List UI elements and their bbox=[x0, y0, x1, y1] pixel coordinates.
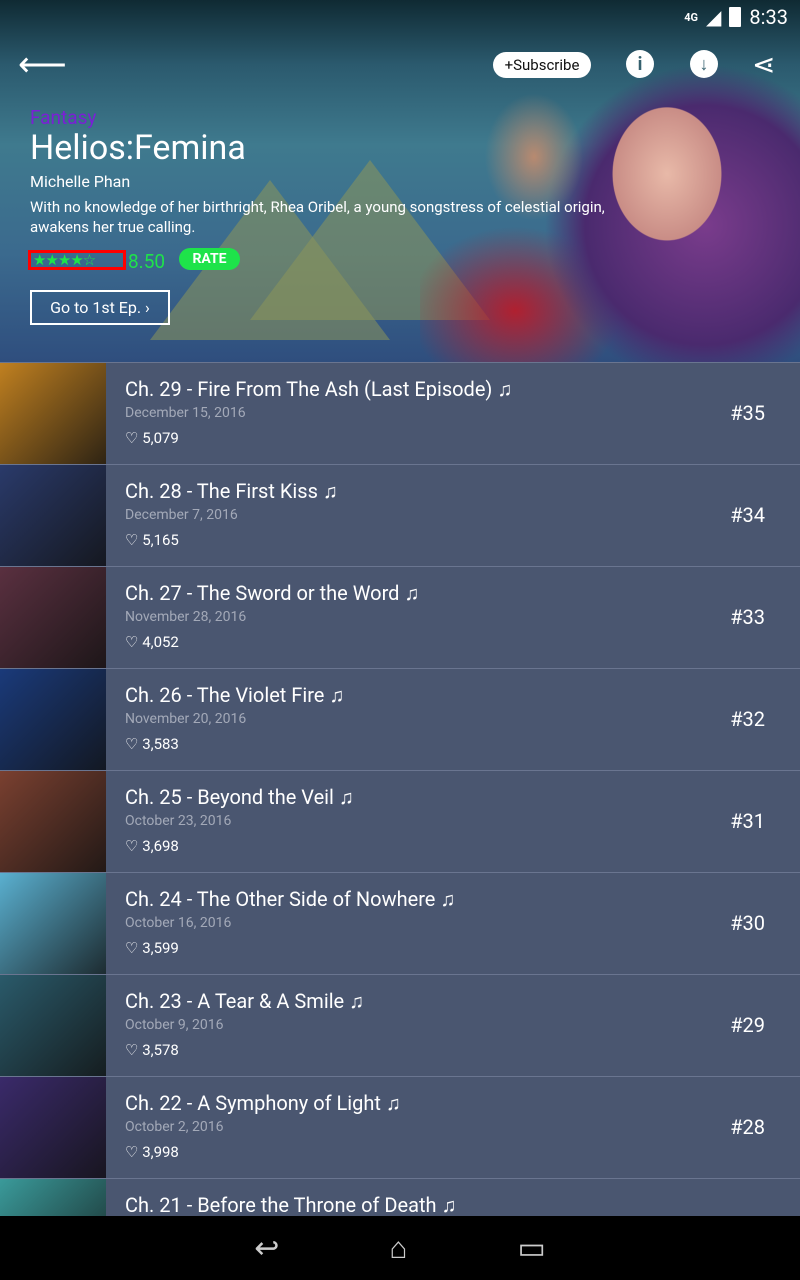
back-arrow-icon[interactable]: ⟵ bbox=[18, 48, 67, 82]
likes-count: 4,052 bbox=[142, 633, 179, 651]
episode-row[interactable]: Ch. 23 - A Tear & A Smile ♫ October 9, 2… bbox=[0, 974, 800, 1076]
episode-date: December 7, 2016 bbox=[125, 507, 238, 523]
heart-icon: ♡ bbox=[125, 837, 139, 855]
recents-nav-icon[interactable]: ▭ bbox=[517, 1231, 545, 1266]
first-episode-button[interactable]: Go to 1st Ep. › bbox=[30, 290, 170, 325]
episode-date: November 20, 2016 bbox=[125, 711, 247, 727]
episode-thumbnail bbox=[0, 1179, 106, 1216]
episode-date: December 15, 2016 bbox=[125, 405, 246, 421]
episode-date: November 28, 2016 bbox=[125, 609, 247, 625]
episode-thumbnail bbox=[0, 975, 106, 1076]
heart-icon: ♡ bbox=[125, 1041, 139, 1059]
episode-number: #33 bbox=[730, 605, 765, 629]
likes-count: 5,165 bbox=[142, 531, 179, 549]
series-title: Helios:Femina bbox=[30, 128, 246, 168]
episode-list[interactable]: Ch. 29 - Fire From The Ash (Last Episode… bbox=[0, 362, 800, 1216]
network-label: 4G bbox=[684, 10, 699, 24]
episode-number: #29 bbox=[730, 1013, 765, 1037]
heart-icon: ♡ bbox=[125, 633, 139, 651]
episode-row[interactable]: Ch. 28 - The First Kiss ♫ December 7, 20… bbox=[0, 464, 800, 566]
episode-title: Ch. 22 - A Symphony of Light ♫ bbox=[125, 1091, 401, 1115]
hero-art bbox=[420, 20, 800, 362]
episode-title: Ch. 26 - The Violet Fire ♫ bbox=[125, 683, 345, 707]
episode-likes: ♡ 3,583 bbox=[125, 735, 800, 753]
episode-thumbnail bbox=[0, 363, 106, 464]
episode-thumbnail bbox=[0, 1077, 106, 1178]
episode-row[interactable]: Ch. 24 - The Other Side of Nowhere ♫ Oct… bbox=[0, 872, 800, 974]
episode-number: #32 bbox=[730, 707, 765, 731]
episode-likes: ♡ 3,578 bbox=[125, 1041, 800, 1059]
series-hero: 4G ◢ 8:33 ⟵ +Subscribe i ↓ ⋖ Fantasy Hel… bbox=[0, 0, 800, 362]
heart-icon: ♡ bbox=[125, 939, 139, 957]
likes-count: 3,583 bbox=[142, 735, 179, 753]
episode-thumbnail bbox=[0, 873, 106, 974]
episode-title: Ch. 24 - The Other Side of Nowhere ♫ bbox=[125, 887, 456, 911]
series-description: With no knowledge of her birthright, Rhe… bbox=[30, 198, 605, 236]
episode-row[interactable]: Ch. 25 - Beyond the Veil ♫ October 23, 2… bbox=[0, 770, 800, 872]
rating-stars: ★★★★☆ bbox=[28, 250, 126, 270]
episode-number: #35 bbox=[730, 401, 765, 425]
likes-count: 3,998 bbox=[142, 1143, 179, 1161]
episode-title: Ch. 25 - Beyond the Veil ♫ bbox=[125, 785, 354, 809]
subscribe-button[interactable]: +Subscribe bbox=[493, 52, 591, 78]
heart-icon: ♡ bbox=[125, 531, 139, 549]
episode-number: #28 bbox=[730, 1115, 765, 1139]
episode-thumbnail bbox=[0, 771, 106, 872]
episode-thumbnail bbox=[0, 465, 106, 566]
episode-row[interactable]: Ch. 26 - The Violet Fire ♫ November 20, … bbox=[0, 668, 800, 770]
episode-number: #31 bbox=[730, 809, 765, 833]
likes-count: 3,599 bbox=[142, 939, 179, 957]
back-nav-icon[interactable]: ↩ bbox=[254, 1231, 279, 1266]
likes-count: 3,578 bbox=[142, 1041, 179, 1059]
heart-icon: ♡ bbox=[125, 1143, 139, 1161]
home-nav-icon[interactable]: ⌂ bbox=[389, 1231, 407, 1266]
episode-date: October 16, 2016 bbox=[125, 915, 232, 931]
info-icon[interactable]: i bbox=[626, 50, 654, 78]
episode-likes: ♡ 3,599 bbox=[125, 939, 800, 957]
episode-date: October 9, 2016 bbox=[125, 1017, 224, 1033]
download-icon[interactable]: ↓ bbox=[690, 50, 718, 78]
share-icon[interactable]: ⋖ bbox=[752, 48, 775, 81]
signal-icon: ◢ bbox=[706, 5, 722, 29]
status-bar: 4G ◢ 8:33 bbox=[0, 0, 800, 34]
episode-row[interactable]: Ch. 22 - A Symphony of Light ♫ October 2… bbox=[0, 1076, 800, 1178]
clock: 8:33 bbox=[749, 5, 788, 29]
episode-date: October 23, 2016 bbox=[125, 813, 232, 829]
episode-likes: ♡ 4,052 bbox=[125, 633, 800, 651]
episode-date: October 2, 2016 bbox=[125, 1119, 224, 1135]
likes-count: 3,698 bbox=[142, 837, 179, 855]
author-name: Michelle Phan bbox=[30, 172, 131, 191]
heart-icon: ♡ bbox=[125, 429, 139, 447]
episode-title: Ch. 28 - The First Kiss ♫ bbox=[125, 479, 338, 503]
episode-number: #30 bbox=[730, 911, 765, 935]
episode-row[interactable]: Ch. 21 - Before the Throne of Death ♫ bbox=[0, 1178, 800, 1216]
episode-title: Ch. 29 - Fire From The Ash (Last Episode… bbox=[125, 377, 513, 401]
episode-title: Ch. 27 - The Sword or the Word ♫ bbox=[125, 581, 420, 605]
episode-thumbnail bbox=[0, 669, 106, 770]
episode-title: Ch. 21 - Before the Throne of Death ♫ bbox=[125, 1193, 457, 1216]
episode-row[interactable]: Ch. 29 - Fire From The Ash (Last Episode… bbox=[0, 362, 800, 464]
episode-likes: ♡ 5,165 bbox=[125, 531, 800, 549]
rate-button[interactable]: RATE bbox=[179, 248, 240, 270]
episode-likes: ♡ 3,698 bbox=[125, 837, 800, 855]
episode-row[interactable]: Ch. 27 - The Sword or the Word ♫ Novembe… bbox=[0, 566, 800, 668]
episode-thumbnail bbox=[0, 567, 106, 668]
genre-label: Fantasy bbox=[30, 106, 97, 129]
episode-likes: ♡ 3,998 bbox=[125, 1143, 800, 1161]
likes-count: 5,079 bbox=[142, 429, 179, 447]
system-nav-bar: ↩ ⌂ ▭ bbox=[0, 1216, 800, 1280]
battery-icon bbox=[729, 7, 742, 27]
episode-title: Ch. 23 - A Tear & A Smile ♫ bbox=[125, 989, 365, 1013]
rating-score: 8.50 bbox=[128, 250, 166, 273]
episode-number: #34 bbox=[730, 503, 765, 527]
episode-likes: ♡ 5,079 bbox=[125, 429, 800, 447]
heart-icon: ♡ bbox=[125, 735, 139, 753]
